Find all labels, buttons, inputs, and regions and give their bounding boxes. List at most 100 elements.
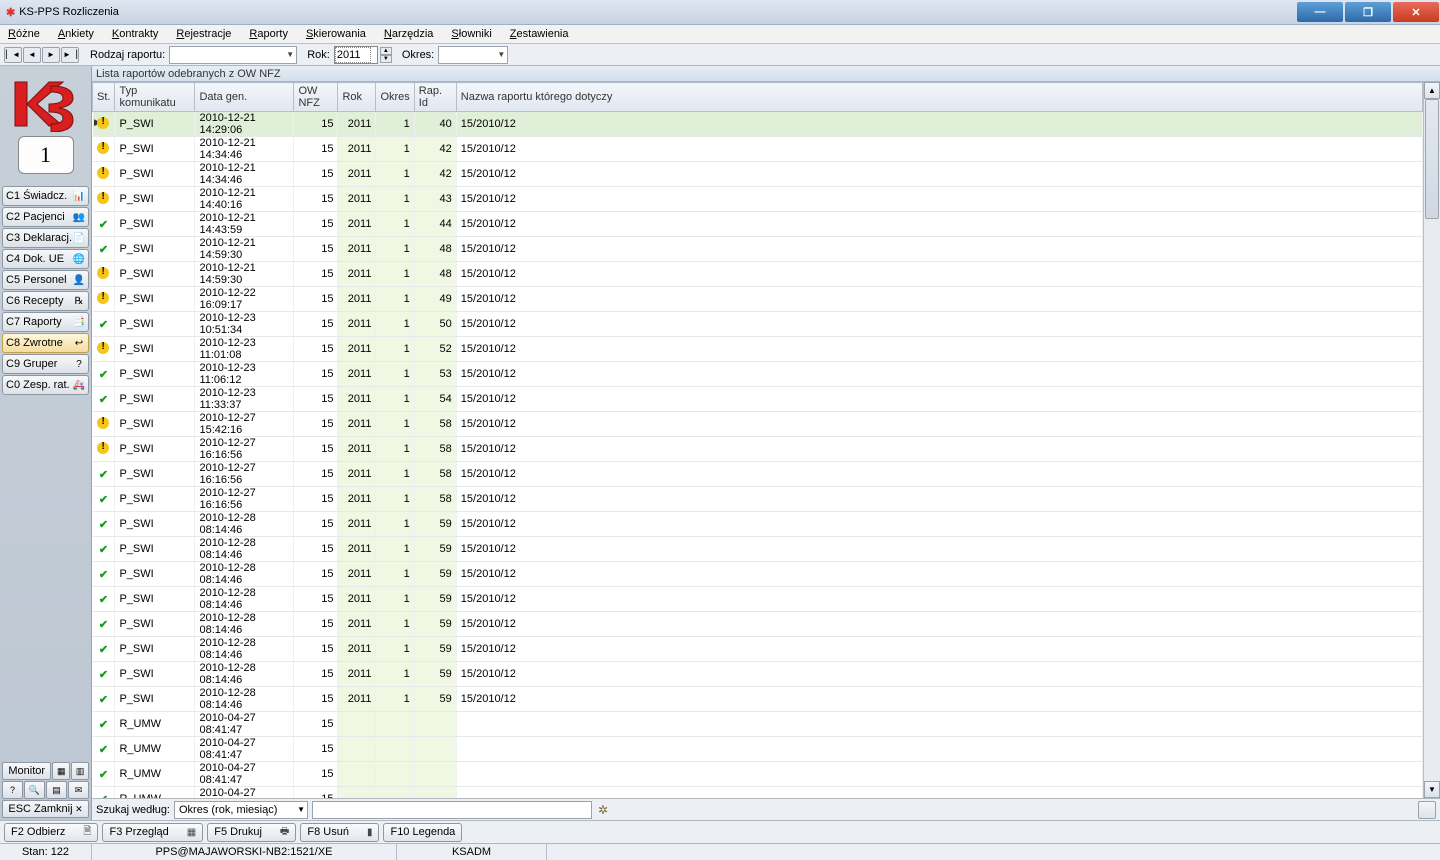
menu-różne[interactable]: Różne	[8, 28, 40, 40]
table-row[interactable]: ✔R_UMW2010-04-27 08:41:4715	[93, 787, 1423, 799]
table-row[interactable]: ✔P_SWI2010-12-28 08:14:4615201115915/201…	[93, 637, 1423, 662]
monitor-icon-2[interactable]: ▥	[71, 762, 89, 780]
menu-skierowania[interactable]: Skierowania	[306, 28, 366, 40]
table-row[interactable]: ▶P_SWI2010-12-21 14:29:0615201114015/201…	[93, 112, 1423, 137]
col-c-data[interactable]: Data gen.	[195, 83, 294, 112]
f5-drukuj-button[interactable]: F5 Drukuj🖶	[207, 823, 296, 842]
table-row[interactable]: P_SWI2010-12-27 15:42:1615201115815/2010…	[93, 412, 1423, 437]
col-c-okres[interactable]: Okres	[376, 83, 414, 112]
sidebar-c1-wiadcz-[interactable]: C1 Świadcz.📊	[2, 186, 89, 206]
table-row[interactable]: ✔P_SWI2010-12-28 08:14:4615201115915/201…	[93, 537, 1423, 562]
table-row[interactable]: P_SWI2010-12-27 16:16:5615201115815/2010…	[93, 437, 1423, 462]
table-row[interactable]: P_SWI2010-12-21 14:40:1615201114315/2010…	[93, 187, 1423, 212]
sidebar-icon: 📊	[73, 190, 85, 202]
rok-spinner[interactable]: ▲▼	[380, 47, 392, 63]
table-row[interactable]: ✔P_SWI2010-12-28 08:14:4615201115915/201…	[93, 612, 1423, 637]
nav-last[interactable]: ►▕	[61, 47, 79, 63]
col-c-st[interactable]: St.	[93, 83, 115, 112]
help-icon[interactable]: ?	[2, 781, 23, 799]
col-c-typ[interactable]: Typ komunikatu	[115, 83, 195, 112]
table-row[interactable]: ✔P_SWI2010-12-23 11:33:3715201115415/201…	[93, 387, 1423, 412]
nav-next[interactable]: ►	[42, 47, 60, 63]
vertical-scrollbar[interactable]: ▲ ▼	[1423, 82, 1440, 798]
menu-rejestracje[interactable]: Rejestracje	[176, 28, 231, 40]
table-row[interactable]: P_SWI2010-12-21 14:34:4615201114215/2010…	[93, 162, 1423, 187]
menu-raporty[interactable]: Raporty	[249, 28, 288, 40]
monitor-icon-1[interactable]: ▦	[52, 762, 70, 780]
rodzaj-combo[interactable]: ▼	[169, 46, 297, 64]
grid-icon: ▦	[187, 827, 196, 838]
search-mode-combo[interactable]: Okres (rok, miesiąc)▼	[174, 801, 308, 819]
col-c-rok[interactable]: Rok	[338, 83, 376, 112]
okres-combo[interactable]: ▼	[438, 46, 508, 64]
esc-close-button[interactable]: ESC Zamknij ✕	[2, 800, 89, 818]
sidebar-c8-zwrotne[interactable]: C8 Zwrotne↩	[2, 333, 89, 353]
status-connection: PPS@MAJAWORSKI-NB2:1521/XE	[92, 844, 397, 860]
check-icon: ✔	[99, 569, 108, 581]
sidebar-c3-deklaracj-[interactable]: C3 Deklaracj.📄	[2, 228, 89, 248]
table-row[interactable]: P_SWI2010-12-21 14:59:3015201114815/2010…	[93, 262, 1423, 287]
search-right-button[interactable]	[1418, 801, 1436, 819]
monitor-button[interactable]: Monitor	[2, 762, 51, 780]
scroll-up[interactable]: ▲	[1424, 82, 1440, 99]
mail-icon[interactable]: ✉	[68, 781, 89, 799]
status-user: KSADM	[397, 844, 547, 860]
table-row[interactable]: P_SWI2010-12-21 14:34:4615201114215/2010…	[93, 137, 1423, 162]
nav-prev[interactable]: ◄	[23, 47, 41, 63]
f10-legenda-button[interactable]: F10 Legenda	[383, 823, 462, 842]
table-row[interactable]: ✔P_SWI2010-12-28 08:14:4615201115915/201…	[93, 587, 1423, 612]
ks-logo	[11, 76, 81, 132]
warning-icon	[97, 292, 109, 304]
table-row[interactable]: ✔P_SWI2010-12-21 14:43:5915201114415/201…	[93, 212, 1423, 237]
okres-label: Okres:	[402, 49, 434, 61]
table-row[interactable]: ✔P_SWI2010-12-28 08:14:4615201115915/201…	[93, 562, 1423, 587]
table-row[interactable]: ✔R_UMW2010-04-27 08:41:4715	[93, 737, 1423, 762]
sidebar-c4-dok-ue[interactable]: C4 Dok. UE🌐	[2, 249, 89, 269]
menu-słowniki[interactable]: Słowniki	[451, 28, 491, 40]
sidebar-icon: 👤	[73, 274, 85, 286]
col-c-nazwa[interactable]: Nazwa raportu którego dotyczy	[456, 83, 1422, 112]
scroll-down[interactable]: ▼	[1424, 781, 1440, 798]
table-row[interactable]: ✔P_SWI2010-12-27 16:16:5615201115815/201…	[93, 462, 1423, 487]
table-row[interactable]: ✔P_SWI2010-12-27 16:16:5615201115815/201…	[93, 487, 1423, 512]
sidebar-c5-personel[interactable]: C5 Personel👤	[2, 270, 89, 290]
reports-grid[interactable]: St.Typ komunikatuData gen.OW NFZRokOkres…	[92, 82, 1423, 798]
menu-zestawienia[interactable]: Zestawienia	[510, 28, 569, 40]
scroll-thumb[interactable]	[1425, 99, 1439, 219]
table-row[interactable]: ✔R_UMW2010-04-27 08:41:4715	[93, 762, 1423, 787]
sidebar-c2-pacjenci[interactable]: C2 Pacjenci👥	[2, 207, 89, 227]
check-icon: ✔	[99, 719, 108, 731]
sidebar-c7-raporty[interactable]: C7 Raporty📑	[2, 312, 89, 332]
window-title: KS-PPS Rozliczenia	[19, 6, 119, 18]
close-button[interactable]: ✕	[1393, 2, 1439, 22]
table-row[interactable]: ✔R_UMW2010-04-27 08:41:4715	[93, 712, 1423, 737]
nav-first[interactable]: ▏◄	[4, 47, 22, 63]
minimize-button[interactable]: —	[1297, 2, 1343, 22]
col-c-ow[interactable]: OW NFZ	[294, 83, 338, 112]
menu-ankiety[interactable]: Ankiety	[58, 28, 94, 40]
table-row[interactable]: ✔P_SWI2010-12-21 14:59:3015201114815/201…	[93, 237, 1423, 262]
f8-usun-button[interactable]: F8 Usuń▮	[300, 823, 379, 842]
search-icon[interactable]: 🔍	[24, 781, 45, 799]
sidebar-c0-zesp-rat-[interactable]: C0 Zesp. rat.🚑	[2, 375, 89, 395]
rodzaj-label: Rodzaj raportu:	[90, 49, 165, 61]
f2-odbierz-button[interactable]: F2 Odbierz🗎	[4, 823, 98, 842]
rok-input[interactable]: 2011	[334, 46, 378, 64]
tool-icon[interactable]: ▤	[46, 781, 67, 799]
sidebar-c9-gruper[interactable]: C9 Gruper?	[2, 354, 89, 374]
table-row[interactable]: ✔P_SWI2010-12-28 08:14:4615201115915/201…	[93, 662, 1423, 687]
f3-przeglad-button[interactable]: F3 Przegląd▦	[102, 823, 203, 842]
menu-kontrakty[interactable]: Kontrakty	[112, 28, 158, 40]
table-row[interactable]: P_SWI2010-12-22 16:09:1715201114915/2010…	[93, 287, 1423, 312]
maximize-button[interactable]: ❐	[1345, 2, 1391, 22]
col-c-rapid[interactable]: Rap. Id	[414, 83, 456, 112]
search-input[interactable]	[312, 801, 592, 819]
table-row[interactable]: ✔P_SWI2010-12-23 10:51:3415201115015/201…	[93, 312, 1423, 337]
table-row[interactable]: ✔P_SWI2010-12-28 08:14:4615201115915/201…	[93, 687, 1423, 712]
table-row[interactable]: ✔P_SWI2010-12-28 08:14:4615201115915/201…	[93, 512, 1423, 537]
table-row[interactable]: ✔P_SWI2010-12-23 11:06:1215201115315/201…	[93, 362, 1423, 387]
table-row[interactable]: P_SWI2010-12-23 11:01:0815201115215/2010…	[93, 337, 1423, 362]
menu-narzędzia[interactable]: Narzędzia	[384, 28, 434, 40]
gear-icon[interactable]: ✲	[598, 803, 608, 817]
sidebar-c6-recepty[interactable]: C6 Recepty℞	[2, 291, 89, 311]
